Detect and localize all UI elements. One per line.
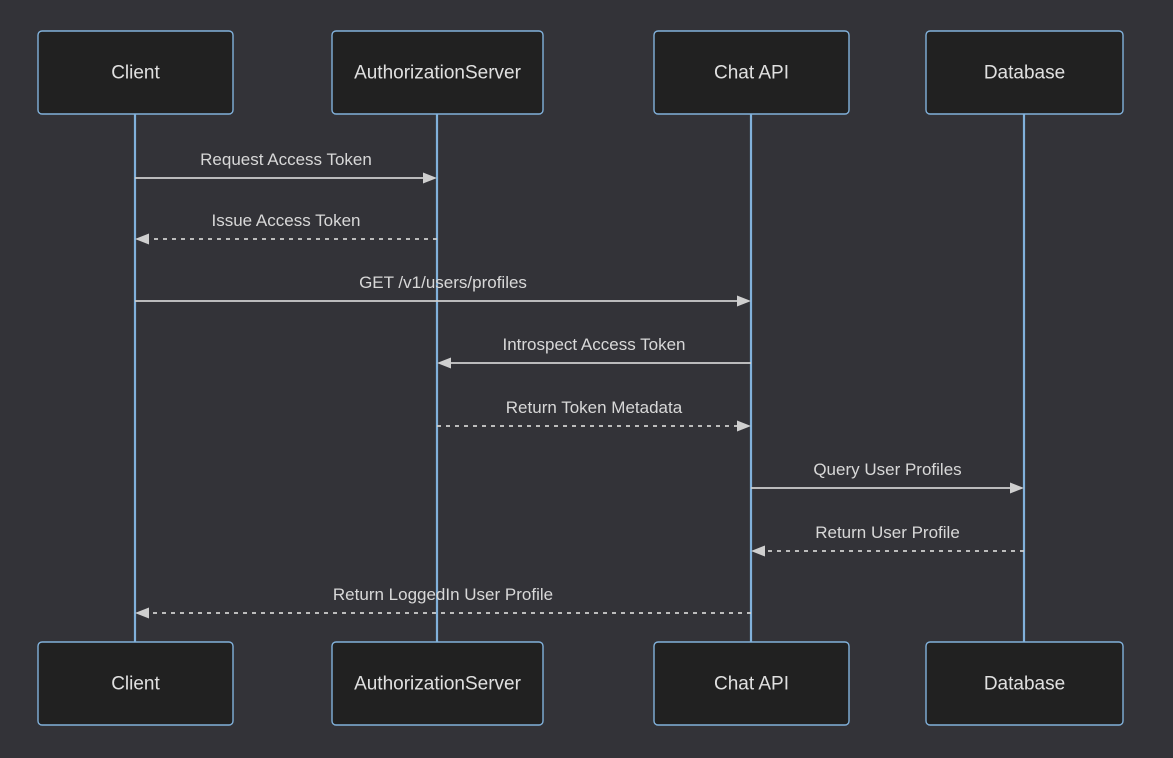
message-arrowhead [423, 172, 437, 184]
message-arrowhead [751, 545, 765, 557]
message-arrowhead [737, 420, 751, 432]
participant-label: Chat API [714, 674, 789, 695]
message-label: Query User Profiles [813, 460, 961, 479]
message-label: Return Token Metadata [506, 398, 683, 417]
participant-box-chatapi-bottom[interactable]: Chat API [653, 641, 850, 726]
message-7: Return User Profile [751, 523, 1024, 557]
participant-box-authorizationserver-top[interactable]: AuthorizationServer [331, 30, 544, 115]
participant-box-database-top[interactable]: Database [925, 30, 1124, 115]
participant-label: Database [984, 63, 1065, 84]
participant-box-client-top[interactable]: Client [37, 30, 234, 115]
participant-label: Database [984, 674, 1065, 695]
participant-box-client-bottom[interactable]: Client [37, 641, 234, 726]
message-arrowhead [1010, 482, 1024, 494]
participant-box-authorizationserver-bottom[interactable]: AuthorizationServer [331, 641, 544, 726]
message-arrowhead [135, 233, 149, 245]
message-label: Return User Profile [815, 523, 960, 542]
message-label: Return LoggedIn User Profile [333, 585, 553, 604]
lifelines-layer [133, 114, 1026, 642]
message-8: Return LoggedIn User Profile [135, 585, 751, 619]
message-5: Return Token Metadata [437, 398, 751, 432]
participant-label: Client [111, 674, 160, 695]
message-label: Request Access Token [200, 150, 372, 169]
participant-box-chatapi-top[interactable]: Chat API [653, 30, 850, 115]
message-label: Issue Access Token [212, 211, 361, 230]
message-arrowhead [135, 607, 149, 619]
message-label: Introspect Access Token [502, 335, 685, 354]
participant-label: AuthorizationServer [354, 674, 522, 695]
message-1: Request Access Token [135, 150, 437, 184]
participant-label: Chat API [714, 63, 789, 84]
message-label: GET /v1/users/profiles [359, 273, 527, 292]
message-6: Query User Profiles [751, 460, 1024, 494]
sequence-diagram-svg: Request Access Token Issue Access Token GE… [37, 30, 1124, 726]
participant-label: AuthorizationServer [354, 63, 522, 84]
message-arrowhead [437, 357, 451, 369]
message-3: GET /v1/users/profiles [135, 273, 751, 307]
sequence-diagram-canvas: Request Access Token Issue Access Token GE… [0, 0, 1173, 758]
actor-boxes-layer: Client AuthorizationServer Chat API Databas… [37, 30, 1124, 726]
message-2: Issue Access Token [135, 211, 437, 245]
messages-layer: Request Access Token Issue Access Token GE… [135, 150, 1024, 619]
participant-label: Client [111, 63, 160, 84]
message-4: Introspect Access Token [437, 335, 751, 369]
message-arrowhead [737, 295, 751, 307]
participant-box-database-bottom[interactable]: Database [925, 641, 1124, 726]
